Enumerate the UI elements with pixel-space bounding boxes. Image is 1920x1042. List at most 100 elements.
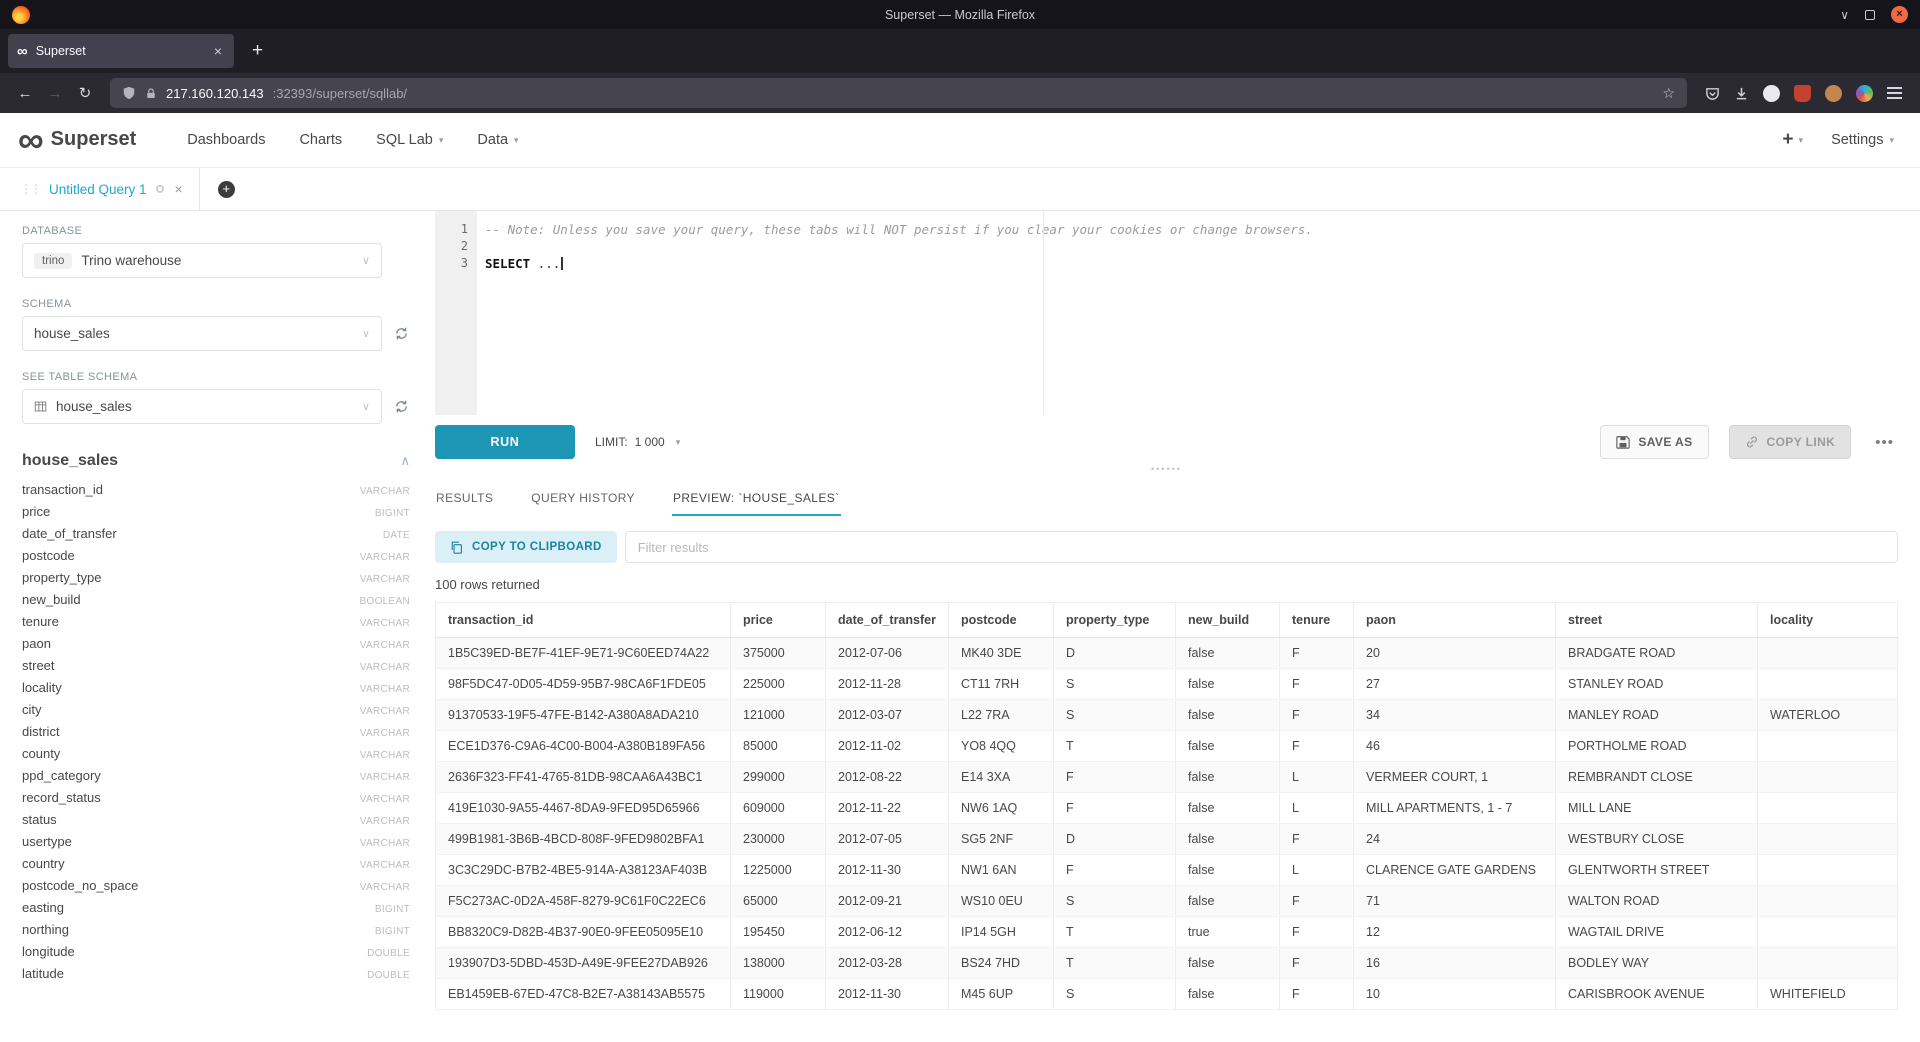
superset-brand[interactable]: ∞ Superset (18, 126, 136, 155)
caret-down-icon: ▾ (676, 437, 681, 448)
table-cell (1758, 793, 1898, 824)
add-query-tab-button[interactable]: + (218, 181, 235, 198)
chevron-up-icon[interactable]: ∧ (400, 453, 410, 469)
column-header-street[interactable]: street (1556, 603, 1758, 638)
downloads-icon[interactable] (1734, 86, 1749, 101)
table-row: EB1459EB-67ED-47C8-B2E7-A38143AB55751190… (436, 979, 1898, 1010)
table-cell: F (1280, 824, 1354, 855)
drag-handle-icon[interactable]: ⋮⋮ (20, 182, 40, 196)
back-button[interactable]: ← (10, 79, 40, 107)
text-cursor (561, 257, 563, 270)
sql-empty-line (485, 238, 1898, 255)
new-item-menu[interactable]: + ▾ (1782, 129, 1803, 151)
schema-select[interactable]: house_sales ∨ (22, 316, 382, 351)
column-type: VARCHAR (360, 486, 410, 497)
menu-icon[interactable] (1887, 92, 1902, 94)
bookmark-star-icon[interactable]: ☆ (1662, 85, 1675, 102)
column-row: longitude DOUBLE (22, 944, 410, 966)
column-header-paon[interactable]: paon (1354, 603, 1556, 638)
lock-icon[interactable] (145, 87, 157, 100)
extension-icon-1[interactable] (1763, 85, 1780, 102)
pocket-icon[interactable] (1705, 86, 1720, 101)
query-tab-untitled-query-1[interactable]: ⋮⋮ Untitled Query 1 × (12, 168, 200, 210)
table-cell: D (1054, 638, 1176, 669)
save-as-button[interactable]: SAVE AS (1600, 425, 1708, 459)
nav-item-charts[interactable]: Charts (282, 113, 359, 167)
sqllab-sidebar: DATABASE trino Trino warehouse ∨ SCHEMA … (0, 211, 435, 1042)
column-name: new_build (22, 592, 360, 607)
column-header-property_type[interactable]: property_type (1054, 603, 1176, 638)
table-cell: 24 (1354, 824, 1556, 855)
browser-tab-superset[interactable]: ∞ Superset × (8, 34, 234, 68)
table-cell: 2636F323-FF41-4765-81DB-98CAA6A43BC1 (436, 762, 731, 793)
window-close-button[interactable]: × (1891, 6, 1908, 23)
shield-icon[interactable] (122, 86, 136, 100)
table-cell: 3C3C29DC-B7B2-4BE5-914A-A38123AF403B (436, 855, 731, 886)
extension-icon-2[interactable] (1825, 85, 1842, 102)
run-button[interactable]: RUN (435, 425, 575, 459)
results-tab-results[interactable]: RESULTS (435, 483, 494, 516)
refresh-tables-icon[interactable] (394, 399, 409, 414)
column-row: ppd_category VARCHAR (22, 768, 410, 790)
column-header-postcode[interactable]: postcode (949, 603, 1054, 638)
column-row: district VARCHAR (22, 724, 410, 746)
superset-favicon: ∞ (17, 44, 28, 59)
refresh-schemas-icon[interactable] (394, 326, 409, 341)
url-bar[interactable]: 217.160.120.143:32393/superset/sqllab/ ☆ (110, 78, 1687, 108)
column-header-tenure[interactable]: tenure (1280, 603, 1354, 638)
column-header-label: price (743, 613, 773, 627)
settings-menu[interactable]: Settings ▾ (1831, 132, 1894, 148)
table-cell: 609000 (731, 793, 826, 824)
results-tab-query-history[interactable]: QUERY HISTORY (530, 483, 636, 516)
column-type: BOOLEAN (360, 596, 410, 607)
extension-icon-3[interactable] (1856, 85, 1873, 102)
save-icon (1616, 435, 1630, 449)
table-row: F5C273AC-0D2A-458F-8279-9C61F0C22EC66500… (436, 886, 1898, 917)
nav-item-dashboards[interactable]: Dashboards (170, 113, 282, 167)
table-cell: F (1280, 638, 1354, 669)
reload-button[interactable]: ↻ (70, 79, 100, 107)
copy-link-button[interactable]: COPY LINK (1729, 425, 1852, 459)
filter-results-input[interactable] (625, 531, 1898, 563)
tab-close-icon[interactable]: × (211, 43, 225, 59)
ublock-icon[interactable] (1794, 85, 1811, 102)
window-minimize-button[interactable]: ∨ (1840, 7, 1849, 23)
table-cell: 16 (1354, 948, 1556, 979)
resize-handle[interactable]: •••••• (435, 463, 1898, 475)
more-actions-button[interactable]: ••• (1871, 434, 1898, 451)
column-header-label: postcode (961, 613, 1017, 627)
table-cell (1758, 824, 1898, 855)
table-cell: 419E1030-9A55-4467-8DA9-9FED95D65966 (436, 793, 731, 824)
column-header-price[interactable]: price (731, 603, 826, 638)
column-row: county VARCHAR (22, 746, 410, 768)
table-cell: F (1280, 669, 1354, 700)
copy-link-label: COPY LINK (1767, 435, 1836, 449)
column-name: tenure (22, 614, 360, 629)
limit-dropdown[interactable]: LIMIT: 1 000 ▾ (595, 435, 680, 449)
table-cell: 119000 (731, 979, 826, 1010)
nav-item-sql-lab[interactable]: SQL Lab ▾ (359, 113, 460, 167)
column-header-locality[interactable]: locality (1758, 603, 1898, 638)
copy-to-clipboard-button[interactable]: COPY TO CLIPBOARD (435, 531, 617, 563)
column-header-date_of_transfer[interactable]: date_of_transfer (826, 603, 949, 638)
table-cell: 499B1981-3B6B-4BCD-808F-9FED9802BFA1 (436, 824, 731, 855)
table-cell: 2012-11-02 (826, 731, 949, 762)
column-row: latitude DOUBLE (22, 966, 410, 988)
query-tab-close-icon[interactable]: × (175, 181, 183, 197)
table-select[interactable]: house_sales ∨ (22, 389, 382, 424)
new-tab-button[interactable]: + (242, 40, 273, 62)
column-header-transaction_id[interactable]: transaction_id (436, 603, 731, 638)
column-header-new_build[interactable]: new_build (1176, 603, 1280, 638)
window-maximize-button[interactable] (1865, 10, 1875, 20)
results-table-container[interactable]: transaction_id price date_of_transfer po… (435, 602, 1898, 1042)
column-name: easting (22, 900, 375, 915)
results-tab-preview-house-sales[interactable]: PREVIEW: `HOUSE_SALES` (672, 483, 841, 516)
database-select[interactable]: trino Trino warehouse ∨ (22, 243, 382, 278)
editor-code[interactable]: -- Note: Unless you save your query, the… (477, 211, 1898, 415)
forward-button[interactable]: → (40, 79, 70, 107)
table-row: 1B5C39ED-BE7F-41EF-9E71-9C60EED74A223750… (436, 638, 1898, 669)
nav-item-data[interactable]: Data ▾ (460, 113, 535, 167)
sql-editor[interactable]: 1 2 3 -- Note: Unless you save your quer… (435, 211, 1898, 415)
row-count-status: 100 rows returned (435, 577, 1898, 592)
table-cell: 85000 (731, 731, 826, 762)
